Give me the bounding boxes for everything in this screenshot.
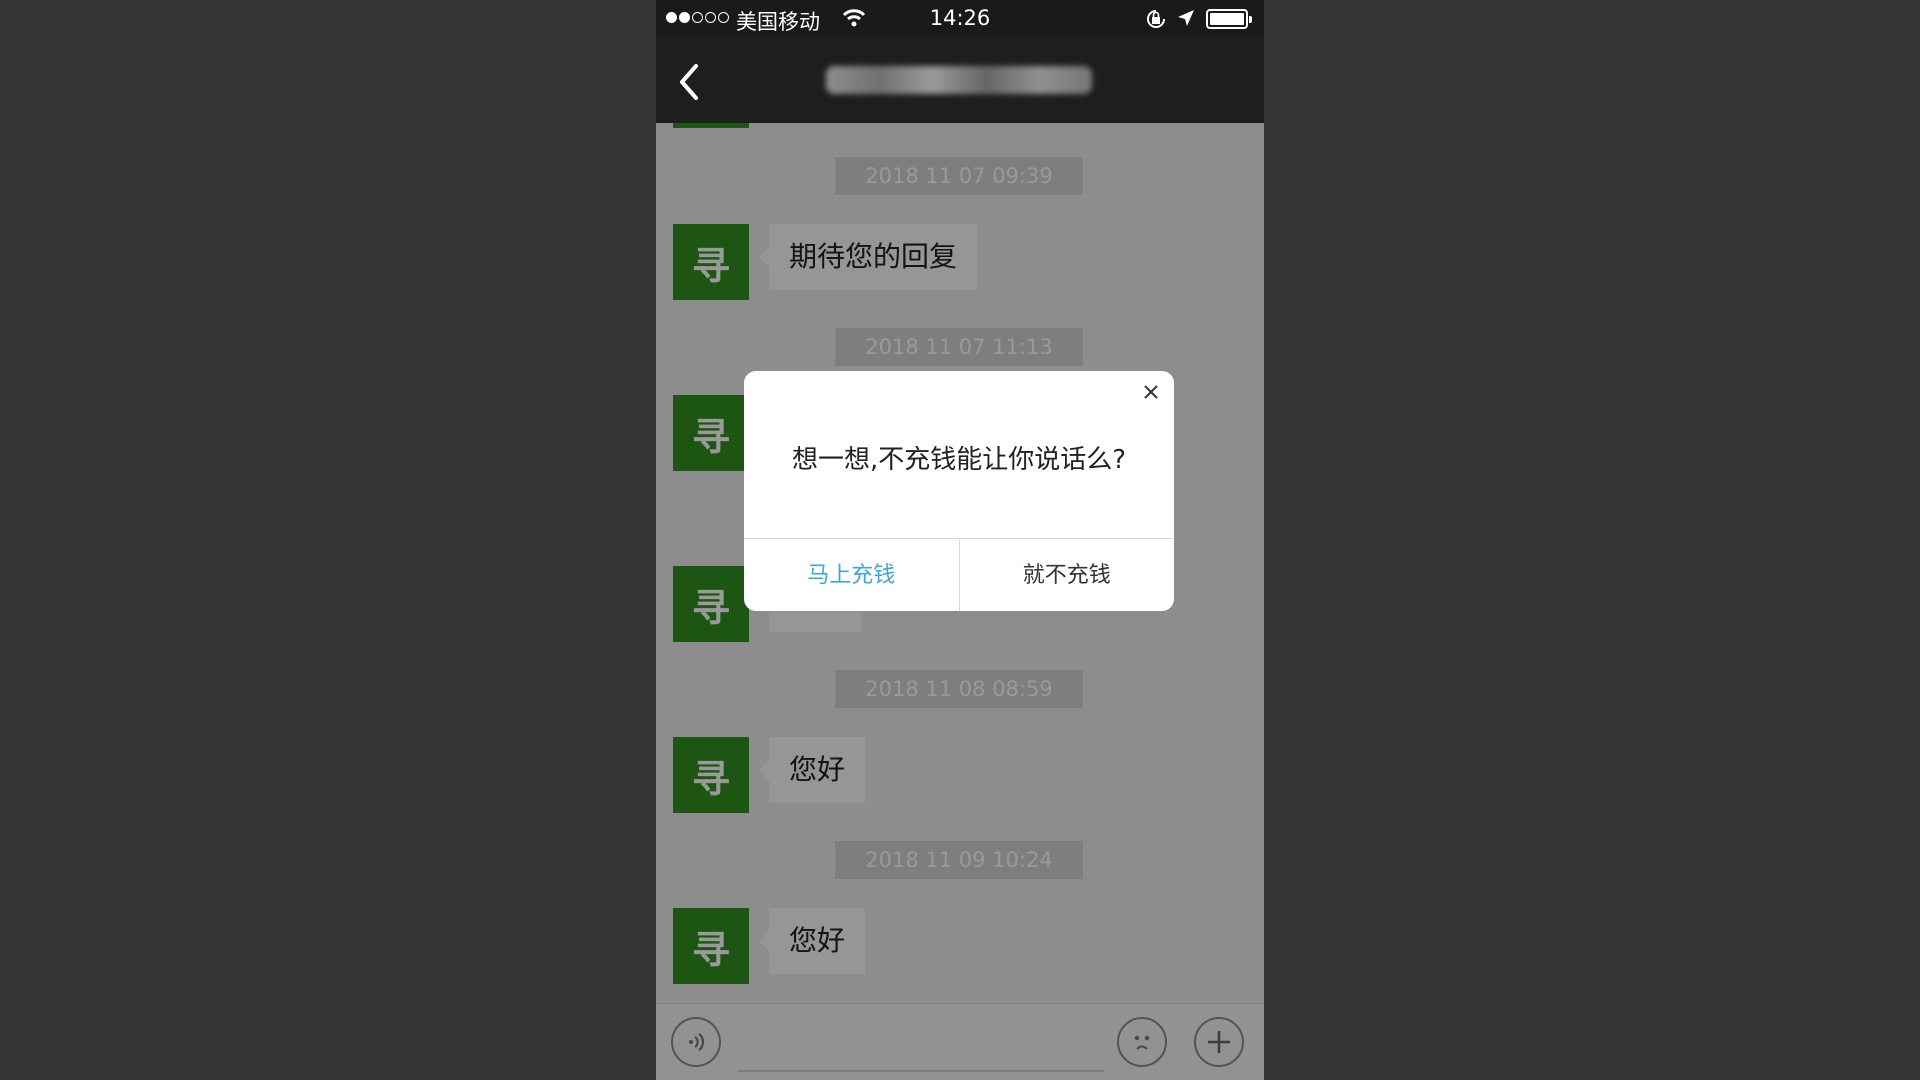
recharge-now-button[interactable]: 马上充钱 (744, 539, 960, 611)
rotation-lock-icon (1144, 8, 1168, 35)
location-icon (1176, 8, 1196, 33)
chevron-left-icon (680, 64, 698, 100)
battery-icon (1206, 9, 1252, 29)
phone-screen: 美国移动 14:26 2018 11 07 09:39 寻 期待您的回复 201… (656, 0, 1264, 1080)
status-time: 14:26 (929, 6, 991, 30)
back-button[interactable] (672, 60, 708, 104)
dialog-message: 想一想,不充钱能让你说话么? (791, 445, 1127, 475)
decline-recharge-button[interactable]: 就不充钱 (960, 539, 1175, 611)
contact-name-blurred (826, 60, 1096, 100)
dialog-actions: 马上充钱 就不充钱 (744, 538, 1174, 611)
recharge-dialog: 想一想,不充钱能让你说话么? 马上充钱 就不充钱 (744, 371, 1174, 611)
status-bar: 美国移动 14:26 (656, 0, 1264, 38)
dialog-close-button[interactable] (1136, 377, 1166, 407)
nav-bar (656, 38, 1264, 123)
close-icon (1144, 385, 1158, 399)
